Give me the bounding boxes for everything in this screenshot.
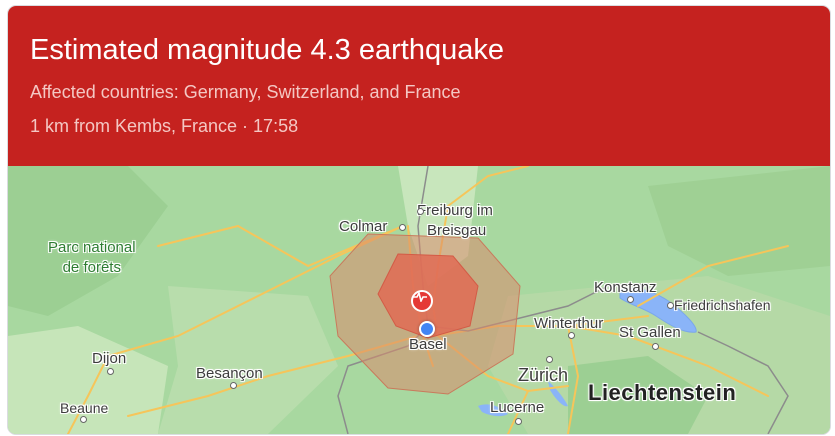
- park-label-line1: Parc national: [48, 239, 136, 256]
- seismograph-icon: [413, 292, 427, 302]
- city-dot-dijon: [107, 368, 114, 375]
- alert-header: Estimated magnitude 4.3 earthquake Affec…: [8, 6, 830, 166]
- affected-countries: Affected countries: Germany, Switzerland…: [30, 82, 461, 102]
- city-dijon[interactable]: Dijon: [92, 350, 126, 367]
- park-label: Parc national de forêts: [48, 238, 136, 278]
- city-dot-winterthur: [568, 332, 575, 339]
- city-st-gallen[interactable]: St Gallen: [619, 324, 681, 341]
- city-beaune[interactable]: Beaune: [60, 400, 108, 416]
- city-winterthur[interactable]: Winterthur: [534, 315, 603, 332]
- city-dot-lucerne: [515, 418, 522, 425]
- location-time: 1 km from Kembs, France · 17:58: [30, 116, 299, 136]
- epicenter-marker[interactable]: [411, 290, 433, 312]
- city-dot-friedrichshafen: [667, 302, 674, 309]
- park-label-line2: de forêts: [62, 259, 121, 276]
- city-freiburg-line2[interactable]: Breisgau: [427, 222, 486, 239]
- city-dot-st-gallen: [652, 343, 659, 350]
- city-dot-zurich: [546, 356, 553, 363]
- alert-title: Estimated magnitude 4.3 earthquake: [30, 34, 504, 66]
- location-pin[interactable]: [419, 321, 435, 337]
- map[interactable]: Parc national de forêts Colmar Freiburg …: [8, 166, 830, 434]
- city-colmar[interactable]: Colmar: [339, 218, 387, 235]
- city-dot-freiburg: [417, 208, 424, 215]
- city-lucerne[interactable]: Lucerne: [490, 399, 544, 416]
- city-dot-beaune: [80, 416, 87, 423]
- city-dot-konstanz: [627, 296, 634, 303]
- earthquake-card[interactable]: Estimated magnitude 4.3 earthquake Affec…: [8, 6, 830, 434]
- city-dot-colmar: [399, 224, 406, 231]
- city-zurich[interactable]: Zürich: [518, 365, 568, 386]
- city-dot-besancon: [230, 382, 237, 389]
- city-basel[interactable]: Basel: [409, 336, 447, 353]
- city-besancon[interactable]: Besançon: [196, 365, 263, 382]
- country-liechtenstein[interactable]: Liechtenstein: [588, 380, 736, 406]
- city-konstanz[interactable]: Konstanz: [594, 279, 657, 296]
- city-friedrichshafen[interactable]: Friedrichshafen: [674, 297, 771, 313]
- city-freiburg-line1[interactable]: Freiburg im: [417, 202, 493, 219]
